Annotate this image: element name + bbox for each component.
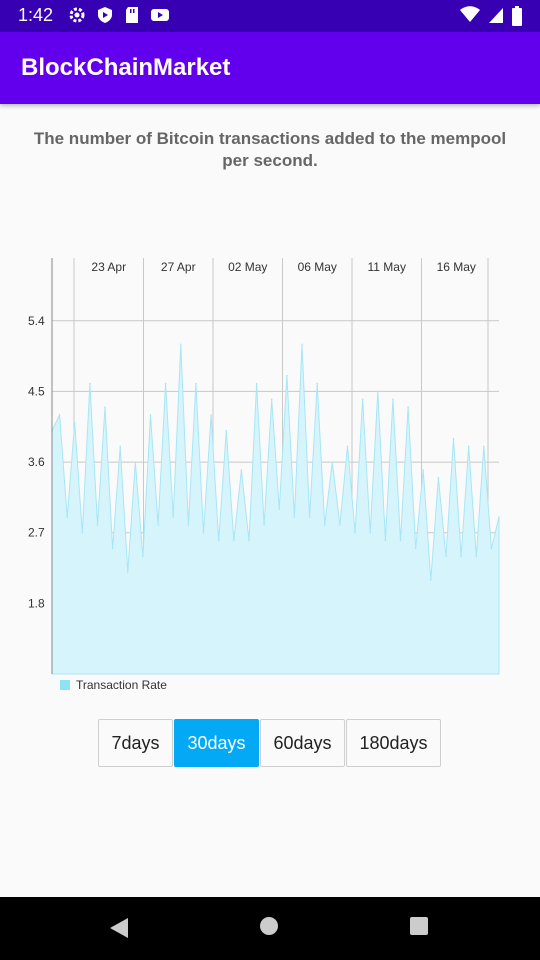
data-point xyxy=(414,547,417,550)
range-button-group: 7days 30days 60days 180days xyxy=(98,719,442,767)
data-point xyxy=(346,445,349,448)
data-point xyxy=(172,516,174,518)
data-point xyxy=(157,524,159,526)
chart: 1.8 2.7 3.6 4.5 5.4 23 Apr 27 Apr 02 May 06 May 1… xyxy=(28,258,500,675)
data-point xyxy=(270,398,273,401)
data-point xyxy=(369,531,372,534)
status-icons-left xyxy=(68,6,170,24)
data-point xyxy=(498,516,500,518)
back-icon[interactable] xyxy=(108,917,130,939)
signal-icon xyxy=(489,8,503,23)
data-point xyxy=(225,429,228,432)
data-point xyxy=(407,406,409,408)
chart-title: The number of Bitcoin transactions added… xyxy=(33,129,507,170)
data-point xyxy=(475,555,478,558)
data-point xyxy=(437,477,440,479)
legend-swatch xyxy=(60,680,70,690)
data-point xyxy=(354,531,356,534)
y-tick-label: 4.5 xyxy=(28,384,45,398)
data-point xyxy=(452,437,455,440)
data-point xyxy=(286,374,288,377)
data-point xyxy=(248,539,250,542)
range-button-180days[interactable]: 180days xyxy=(346,719,441,767)
data-point xyxy=(233,539,235,542)
data-point xyxy=(180,343,182,346)
data-point xyxy=(361,398,364,401)
y-tick-label: 5.4 xyxy=(28,314,45,328)
data-point xyxy=(293,516,296,518)
chart-legend: Transaction Rate xyxy=(60,678,167,692)
sd-card-icon xyxy=(126,7,138,23)
status-bar: 1:42 xyxy=(0,0,540,32)
app-title: BlockChainMarket xyxy=(21,54,231,81)
data-point xyxy=(399,539,402,542)
x-tick-label: 11 May xyxy=(368,260,406,274)
wifi-icon xyxy=(460,6,480,22)
status-time: 1:42 xyxy=(18,5,54,25)
data-point xyxy=(301,343,303,346)
data-point xyxy=(195,382,197,385)
data-point xyxy=(134,461,137,463)
data-point xyxy=(202,531,205,534)
data-point xyxy=(278,508,281,511)
data-point xyxy=(331,461,334,463)
data-point xyxy=(430,579,432,581)
data-point xyxy=(384,539,387,542)
x-tick-label: 06 May xyxy=(298,260,337,274)
data-point xyxy=(392,398,394,401)
data-point xyxy=(210,414,212,416)
data-point xyxy=(255,382,258,385)
home-icon[interactable] xyxy=(259,916,279,936)
x-tick-label: 27 Apr xyxy=(161,260,196,274)
data-point xyxy=(217,539,220,542)
data-point xyxy=(467,445,470,448)
range-button-30days[interactable]: 30days xyxy=(174,719,259,767)
play-protect-icon xyxy=(98,7,112,23)
data-point xyxy=(127,571,129,573)
gear-icon xyxy=(69,7,85,23)
data-point xyxy=(308,516,311,518)
data-point xyxy=(483,445,485,448)
range-button-60days[interactable]: 60days xyxy=(260,719,345,767)
data-point xyxy=(263,524,265,526)
data-point xyxy=(104,406,106,408)
x-tick-label: 23 Apr xyxy=(91,260,126,274)
data-point xyxy=(73,422,76,424)
y-tick-label: 2.7 xyxy=(28,526,45,540)
range-button-7days[interactable]: 7days xyxy=(98,719,173,767)
legend-label: Transaction Rate xyxy=(76,678,167,692)
status-icons-right xyxy=(460,6,522,26)
data-point xyxy=(149,414,152,416)
x-tick-label: 02 May xyxy=(228,260,267,274)
data-point xyxy=(58,414,61,416)
battery-icon xyxy=(512,6,522,26)
data-point xyxy=(119,445,121,448)
data-point xyxy=(323,524,326,526)
data-point xyxy=(81,531,84,534)
data-point xyxy=(490,547,493,550)
data-point xyxy=(66,516,68,518)
y-tick-label: 1.8 xyxy=(28,596,45,610)
data-point xyxy=(89,382,91,385)
data-point xyxy=(460,555,462,558)
data-point xyxy=(111,547,114,550)
data-point xyxy=(142,555,144,558)
data-point xyxy=(316,382,319,385)
navigation-bar xyxy=(0,897,540,960)
area-series-transaction-rate xyxy=(51,344,500,675)
data-point xyxy=(377,390,379,393)
data-point xyxy=(96,524,99,526)
data-point xyxy=(339,524,341,526)
x-tick-label: 16 May xyxy=(437,260,476,274)
data-point xyxy=(240,469,243,471)
y-tick-label: 3.6 xyxy=(28,455,45,469)
recents-icon[interactable] xyxy=(409,916,429,936)
youtube-icon xyxy=(151,9,169,21)
data-point xyxy=(164,382,167,385)
data-point xyxy=(422,469,425,471)
app-bar: BlockChainMarket xyxy=(0,32,540,104)
data-point xyxy=(445,555,447,558)
data-point xyxy=(187,524,190,526)
